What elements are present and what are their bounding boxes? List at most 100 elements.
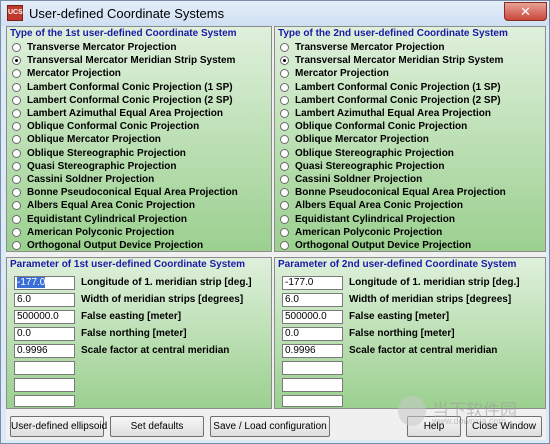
radio-button-icon[interactable] [12,201,21,211]
type2-option[interactable]: Albers Equal Area Conic Projection [280,199,506,212]
type1-option[interactable]: Lambert Conformal Conic Projection (2 SP… [12,94,238,107]
type2-option[interactable]: American Polyconic Projection [280,226,506,239]
user-defined-ellipsoid-button[interactable]: User-defined ellipsoid [10,416,107,437]
unused-input-2[interactable] [282,378,343,392]
radio-button-icon[interactable] [280,227,289,237]
type1-option[interactable]: Mercator Projection [12,67,238,80]
type2-option[interactable]: Oblique Mercator Projection [280,133,506,146]
type1-option[interactable]: Oblique Stereographic Projection [12,147,238,160]
save-load-configuration-button[interactable]: Save / Load configuration [210,416,330,437]
unused-input[interactable] [14,361,75,375]
radio-button-icon[interactable] [280,135,289,145]
type1-option[interactable]: Orthogonal Output Device Projection [12,239,238,252]
type1-option[interactable]: Lambert Conformal Conic Projection (1 SP… [12,81,238,94]
radio-button-icon[interactable] [280,56,289,66]
type1-option[interactable]: Quasi Stereographic Projection [12,160,238,173]
type1-option[interactable]: American Polyconic Projection [12,226,238,239]
type2-option[interactable]: Equidistant Cylindrical Projection [280,212,506,225]
type2-option[interactable]: Transverse Mercator Projection [280,41,506,54]
type2-option[interactable]: Lambert Azimuthal Equal Area Projection [280,107,506,120]
type1-option-label: Transverse Mercator Projection [27,42,177,54]
false-northing-input[interactable]: 0.0 [14,327,75,341]
type1-option[interactable]: Lambert Azimuthal Equal Area Projection [12,107,238,120]
title-bar[interactable]: UCS User-defined Coordinate Systems ✕ [1,1,549,26]
radio-button-icon[interactable] [12,240,21,250]
radio-button-icon[interactable] [280,82,289,92]
radio-button-icon[interactable] [12,188,21,198]
type2-option[interactable]: Bonne Pseudoconical Equal Area Projectio… [280,186,506,199]
scale-factor-label: Scale factor at central meridian [81,345,230,356]
radio-button-icon[interactable] [12,148,21,158]
radio-button-icon[interactable] [280,161,289,171]
scale-factor-input[interactable]: 0.9996 [14,344,75,358]
longitude-input[interactable]: -177.0 [14,276,75,290]
radio-button-icon[interactable] [12,95,21,105]
radio-button-icon[interactable] [12,227,21,237]
type2-option-label: Bonne Pseudoconical Equal Area Projectio… [295,187,506,199]
param2-panel: Parameter of 2nd user-defined Coordinate… [274,257,546,409]
radio-button-icon[interactable] [280,122,289,132]
radio-button-icon[interactable] [280,95,289,105]
param1-panel-title: Parameter of 1st user-defined Coordinate… [10,259,246,270]
type2-option[interactable]: Lambert Conformal Conic Projection (1 SP… [280,81,506,94]
strip-width-input-2[interactable]: 6.0 [282,293,343,307]
unused-input-2[interactable] [282,395,343,407]
longitude-input-2[interactable]: -177.0 [282,276,343,290]
radio-button-icon[interactable] [280,174,289,184]
type1-option-label: Oblique Stereographic Projection [27,147,186,159]
radio-button-icon[interactable] [280,43,289,53]
radio-button-icon[interactable] [12,122,21,132]
help-button[interactable]: Help [407,416,461,437]
radio-button-icon[interactable] [12,135,21,145]
radio-button-icon[interactable] [280,148,289,158]
type2-option[interactable]: Orthogonal Output Device Projection [280,239,506,252]
false-northing-input-2[interactable]: 0.0 [282,327,343,341]
type1-option[interactable]: Transverse Mercator Projection [12,41,238,54]
unused-input[interactable] [14,378,75,392]
false-easting-input-2[interactable]: 500000.0 [282,310,343,324]
radio-button-icon[interactable] [12,82,21,92]
type2-option[interactable]: Oblique Conformal Conic Projection [280,120,506,133]
type1-radio-list: Transverse Mercator Projection Transversa… [12,41,238,252]
radio-button-icon[interactable] [280,69,289,79]
type2-option[interactable]: Lambert Conformal Conic Projection (2 SP… [280,94,506,107]
unused-input[interactable] [14,395,75,407]
radio-button-icon[interactable] [12,43,21,53]
type2-option-label: Orthogonal Output Device Projection [295,239,472,251]
strip-width-input[interactable]: 6.0 [14,293,75,307]
false-easting-input[interactable]: 500000.0 [14,310,75,324]
type1-option[interactable]: Albers Equal Area Conic Projection [12,199,238,212]
radio-button-icon[interactable] [12,109,21,119]
radio-button-icon[interactable] [12,174,21,184]
type2-option[interactable]: Cassini Soldner Projection [280,173,506,186]
type1-option[interactable]: Cassini Soldner Projection [12,173,238,186]
radio-button-icon[interactable] [12,69,21,79]
radio-button-icon[interactable] [12,56,21,66]
type1-option[interactable]: Equidistant Cylindrical Projection [12,212,238,225]
type2-option[interactable]: Oblique Stereographic Projection [280,147,506,160]
type1-option[interactable]: Transversal Mercator Meridian Strip Syst… [12,54,238,67]
radio-button-icon[interactable] [280,240,289,250]
type1-option-label: Lambert Conformal Conic Projection (2 SP… [27,94,233,106]
unused-input-2[interactable] [282,361,343,375]
dialog-body: Type of the 1st user-defined Coordinate … [6,26,546,440]
false-northing-label-2: False northing [meter] [349,328,455,339]
window-close-button[interactable]: ✕ [504,2,547,21]
radio-button-icon[interactable] [12,214,21,224]
type1-option[interactable]: Oblique Conformal Conic Projection [12,120,238,133]
radio-button-icon[interactable] [280,109,289,119]
type2-option[interactable]: Mercator Projection [280,67,506,80]
close-window-button[interactable]: Close Window [466,416,542,437]
type2-option-label: Mercator Projection [295,68,389,80]
type1-option-label: Mercator Projection [27,68,121,80]
radio-button-icon[interactable] [280,188,289,198]
radio-button-icon[interactable] [280,201,289,211]
radio-button-icon[interactable] [12,161,21,171]
type2-option[interactable]: Transversal Mercator Meridian Strip Syst… [280,54,506,67]
type2-option[interactable]: Quasi Stereographic Projection [280,160,506,173]
type1-option[interactable]: Oblique Mercator Projection [12,133,238,146]
radio-button-icon[interactable] [280,214,289,224]
type1-option[interactable]: Bonne Pseudoconical Equal Area Projectio… [12,186,238,199]
set-defaults-button[interactable]: Set defaults [110,416,204,437]
scale-factor-input-2[interactable]: 0.9996 [282,344,343,358]
